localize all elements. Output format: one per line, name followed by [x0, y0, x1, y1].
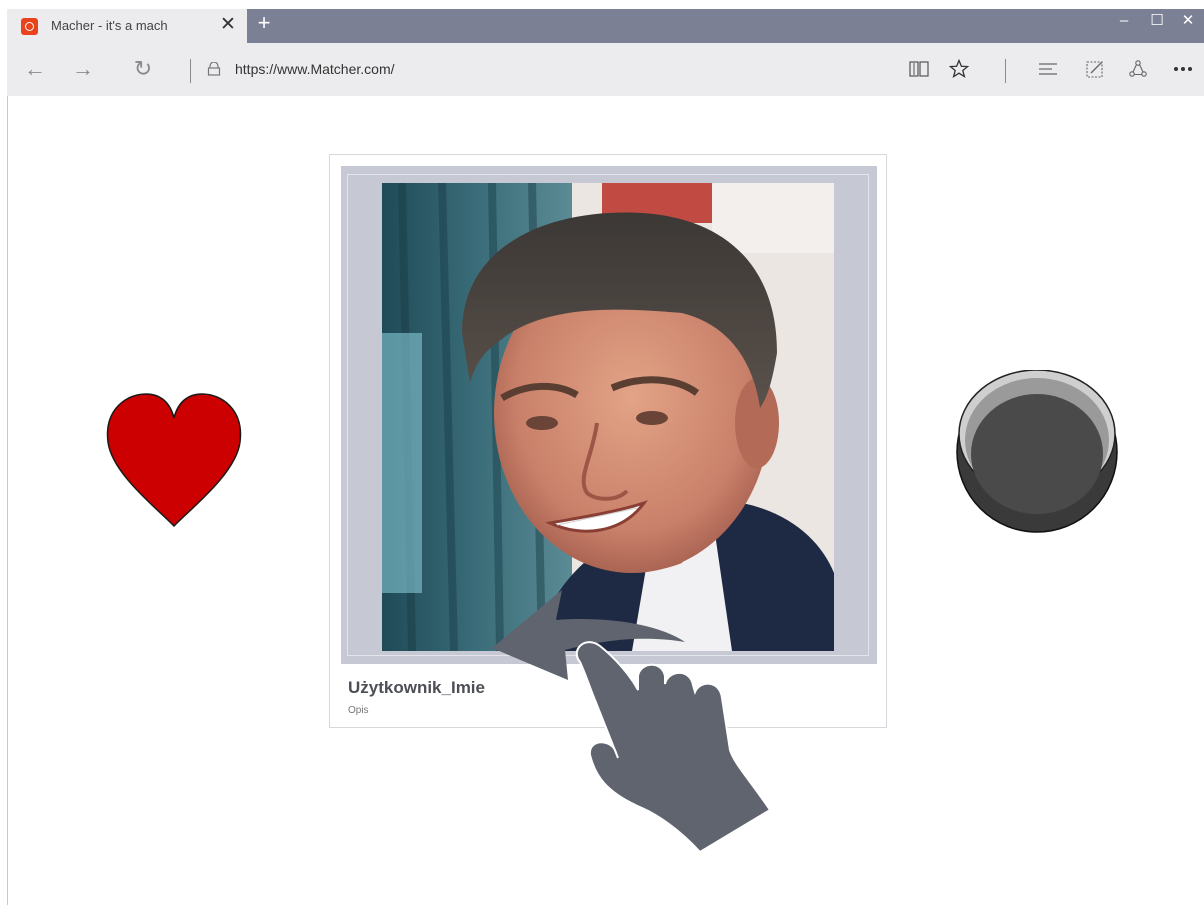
more-icon[interactable]	[1170, 55, 1196, 83]
browser-nav-bar: ← → ↻ https://www.Matcher.com/	[7, 43, 1204, 96]
window-left-border	[7, 96, 8, 905]
forward-arrow-icon: →	[72, 56, 94, 81]
web-note-icon[interactable]	[1082, 55, 1108, 83]
profile-description: Opis	[348, 705, 369, 716]
favorite-star-icon[interactable]	[946, 55, 972, 83]
address-bar-url[interactable]: https://www.Matcher.com/	[235, 61, 395, 77]
refresh-icon: ↻	[133, 56, 153, 81]
swipe-left-hand-icon	[492, 590, 772, 854]
forward-button[interactable]: →	[69, 55, 97, 83]
share-icon[interactable]	[1125, 55, 1151, 83]
close-window-button[interactable]: ✕	[1177, 10, 1199, 32]
nav-separator	[190, 59, 191, 83]
tab-close-icon[interactable]: ✕	[220, 14, 236, 36]
swipe-gesture-hint	[490, 580, 780, 865]
maximize-button[interactable]: ☐	[1146, 10, 1168, 32]
toolbar-separator	[1005, 59, 1006, 83]
tab-title: Macher - it's a mach	[51, 18, 168, 33]
lock-icon	[203, 55, 225, 83]
dislike-button[interactable]	[956, 369, 1122, 541]
back-button[interactable]: ←	[21, 55, 49, 83]
browser-tab[interactable]: Macher - it's a mach ✕	[7, 9, 247, 43]
heart-icon	[106, 393, 242, 528]
site-favicon-icon	[21, 18, 38, 35]
minimize-button[interactable]: –	[1113, 10, 1135, 32]
like-button[interactable]	[104, 392, 244, 537]
dislike-circle-icon	[956, 369, 1118, 533]
hub-icon[interactable]	[1035, 55, 1061, 83]
refresh-button[interactable]: ↻	[129, 55, 157, 83]
new-tab-button[interactable]: +	[254, 10, 274, 36]
profile-name: Użytkownik_Imie	[348, 678, 485, 697]
back-arrow-icon: ←	[24, 56, 46, 81]
reading-view-icon[interactable]	[906, 55, 932, 83]
